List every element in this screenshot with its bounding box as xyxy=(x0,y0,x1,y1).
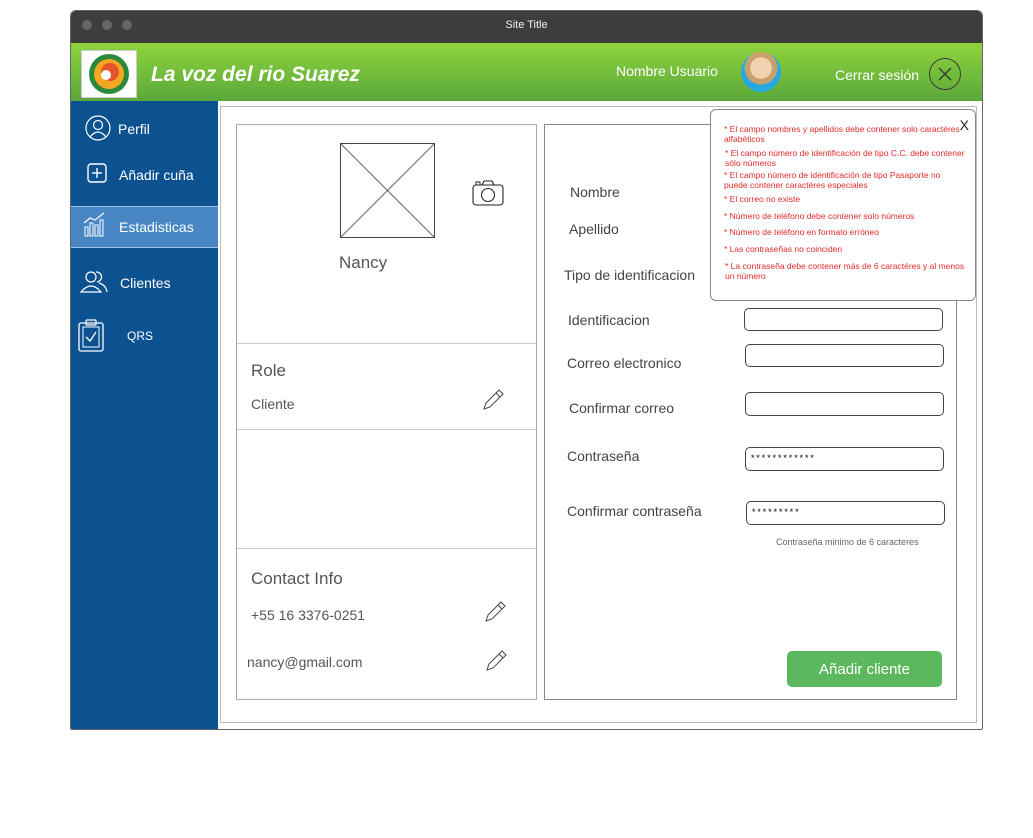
sidebar-item-anadir-cuna[interactable]: Añadir cuña xyxy=(71,155,218,195)
validation-error: * Las contraseñas no coinciden xyxy=(724,244,843,254)
sidebar-item-estadisticas[interactable]: Estadisticas xyxy=(71,206,218,248)
plus-square-icon xyxy=(87,163,107,183)
divider xyxy=(237,548,536,549)
app-header: La voz del rio Suarez Nombre Usuario Cer… xyxy=(71,43,982,101)
user-name: Nombre Usuario xyxy=(616,63,718,79)
role-title: Role xyxy=(251,361,286,380)
sidebar-item-clientes[interactable]: Clientes xyxy=(71,263,218,303)
logout-link[interactable]: Cerrar sesión xyxy=(835,67,919,83)
camera-icon xyxy=(472,180,504,206)
apellido-label: Apellido xyxy=(569,221,619,237)
app-logo xyxy=(81,50,137,98)
app-window: Site Title La voz del rio Suarez Nombre … xyxy=(70,10,983,730)
validation-error: * El correo no existe xyxy=(724,194,801,204)
tipo-identificacion-label: Tipo de identificacion xyxy=(564,267,696,283)
add-client-button[interactable]: Añadir cliente xyxy=(787,651,942,687)
clipboard-check-icon xyxy=(78,319,104,352)
contact-email: nancy@gmail.com xyxy=(247,654,363,670)
app-title: La voz del rio Suarez xyxy=(151,63,360,86)
nombre-label: Nombre xyxy=(570,184,620,200)
contact-phone: +55 16 3376-0251 xyxy=(251,607,366,623)
edit-email-button[interactable] xyxy=(483,648,509,674)
window-title: Site Title xyxy=(505,19,548,31)
validation-error: * Número de teléfono debe contener solo … xyxy=(724,211,915,221)
pencil-icon xyxy=(486,650,507,671)
confirmar-correo-input[interactable] xyxy=(745,392,944,416)
profile-name: Nancy xyxy=(339,253,388,272)
confirmar-correo-label: Confirmar correo xyxy=(569,400,675,416)
pencil-icon xyxy=(485,601,506,622)
sidebar-item-qrs[interactable]: QRS xyxy=(71,317,218,357)
sidebar-item-label: Perfil xyxy=(118,121,150,137)
edit-role-button[interactable] xyxy=(480,387,506,413)
contact-info-title: Contact Info xyxy=(251,569,343,588)
correo-input[interactable] xyxy=(745,344,944,367)
identificacion-label: Identificacion xyxy=(568,312,650,328)
sidebar-item-label: Añadir cuña xyxy=(119,167,194,183)
sidebar: Perfil Añadir cuña Estadisticas Clientes… xyxy=(71,101,218,729)
confirmar-contrasena-label: Confirmar contraseña xyxy=(567,503,702,519)
title-bar: Site Title xyxy=(71,11,982,43)
close-circle-icon xyxy=(938,67,952,81)
validation-error: * El campo número de identificación de t… xyxy=(725,148,965,168)
role-value: Cliente xyxy=(251,396,295,412)
validation-error: * Número de teléfono en formato erróneo xyxy=(724,227,879,237)
profile-panel: Nancy Role Cliente Contact Info +55 16 3… xyxy=(236,124,537,700)
edit-phone-button[interactable] xyxy=(482,599,508,625)
validation-error: * El campo número de identificación de t… xyxy=(724,170,941,190)
chart-icon xyxy=(83,212,105,237)
user-icon xyxy=(85,115,111,141)
contrasena-input[interactable] xyxy=(745,447,944,471)
contrasena-label: Contraseña xyxy=(567,448,640,464)
divider xyxy=(237,343,536,344)
user-avatar[interactable] xyxy=(741,52,781,92)
pencil-icon xyxy=(483,389,504,410)
correo-label: Correo electronico xyxy=(567,355,682,371)
profile-image-placeholder xyxy=(340,143,435,238)
divider xyxy=(237,429,536,430)
change-photo-button[interactable] xyxy=(471,178,505,208)
confirmar-contrasena-input[interactable] xyxy=(746,501,945,525)
users-icon xyxy=(79,271,108,293)
validation-popup: X * El campo nombres y apellidos debe co… xyxy=(710,109,976,301)
image-placeholder-icon xyxy=(340,143,435,238)
validation-error: * La contraseña debe contener más de 6 c… xyxy=(725,261,965,281)
logout-button[interactable] xyxy=(929,58,961,90)
sidebar-item-perfil[interactable]: Perfil xyxy=(71,109,218,149)
password-hint: Contraseña minimo de 6 caracteres xyxy=(776,537,919,547)
sidebar-item-label: Clientes xyxy=(120,275,171,291)
identificacion-input[interactable] xyxy=(744,308,943,331)
sidebar-item-label: Estadisticas xyxy=(119,219,194,235)
sidebar-item-label: QRS xyxy=(127,329,154,343)
validation-error: * El campo nombres y apellidos debe cont… xyxy=(724,124,960,144)
